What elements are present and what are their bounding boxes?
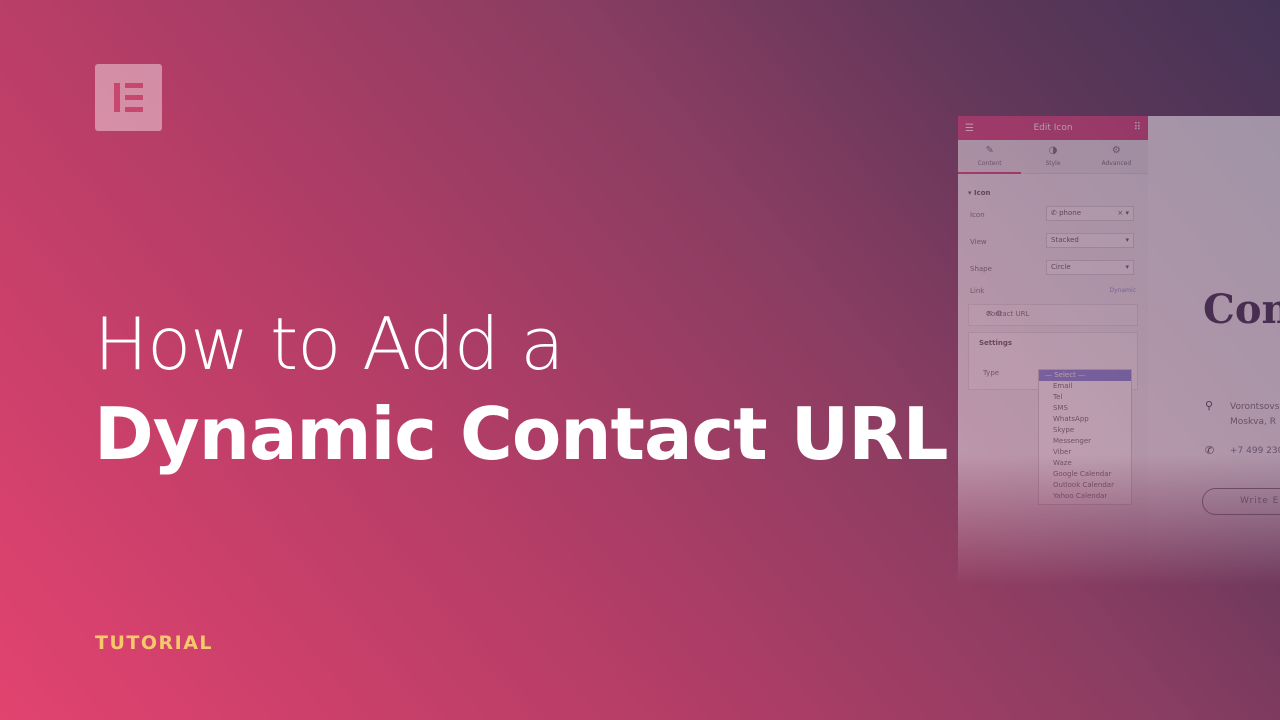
field-icon-value: phone — [1059, 209, 1081, 217]
page-preview: Con ⚲ Vorontsovs Moskva, R ✆ +7 499 230 … — [1148, 116, 1280, 586]
field-icon-control: ✆ phone × ▾ — [1046, 206, 1134, 221]
dynamic-label: Dynamic — [1109, 287, 1136, 294]
type-option: Yahoo Calendar — [1053, 492, 1108, 500]
preview-address-line-2: Moskva, R — [1230, 417, 1276, 427]
gear-icon: ⚙ — [1111, 145, 1121, 156]
field-view-value: Stacked — [1051, 236, 1079, 244]
headline-line-1: How to Add a — [94, 302, 565, 386]
phone-icon: ✆ — [1051, 209, 1060, 217]
field-shape-value: Circle — [1051, 263, 1071, 271]
type-option: Outlook Calendar — [1053, 481, 1114, 489]
elementor-logo — [95, 64, 162, 131]
tab-style-label: Style — [1045, 160, 1061, 167]
logo-bar-middle — [125, 95, 143, 100]
field-view-control: Stacked ▾ — [1046, 233, 1134, 248]
field-shape-control: Circle ▾ — [1046, 260, 1134, 275]
panel-tabs: ✎ Content ◑ Style ⚙ Advanced — [958, 140, 1148, 174]
tab-advanced-label: Advanced — [1101, 160, 1132, 167]
headline-line-2: Dynamic Contact URL — [94, 392, 949, 476]
link-label: Link — [970, 287, 985, 295]
field-icon: Icon ✆ phone × ▾ — [958, 203, 1148, 230]
type-option: Waze — [1053, 459, 1072, 467]
section-title-label: Icon — [973, 189, 991, 197]
type-label: Type — [983, 369, 1000, 377]
pencil-icon: ✎ — [985, 145, 994, 156]
hamburger-icon: ☰ — [965, 123, 974, 134]
logo-bar-top — [125, 83, 143, 88]
tab-style: ◑ Style — [1021, 140, 1084, 173]
link-row: Link Dynamic — [958, 284, 1148, 304]
type-option: Viber — [1053, 448, 1072, 456]
half-circle-icon: ◑ — [1048, 145, 1058, 156]
chevron-down-icon: ▾ — [1125, 263, 1129, 271]
preview-write-button: Write E — [1202, 488, 1280, 515]
caret-down-icon: ▾ — [968, 189, 972, 197]
logo-bar-bottom — [125, 107, 143, 112]
editor-screenshot: ☰ Edit Icon ⠿ ✎ Content ◑ Style ⚙ Advanc… — [958, 116, 1280, 586]
field-view-label: View — [970, 238, 987, 246]
tutorial-tag: TUTORIAL — [95, 632, 214, 654]
tab-content-label: Content — [977, 160, 1002, 167]
field-shape: Shape Circle ▾ — [958, 257, 1148, 284]
type-option: Email — [1053, 382, 1073, 390]
chevron-down-icon: × ▾ — [1117, 209, 1129, 217]
type-option: WhatsApp — [1053, 415, 1089, 423]
map-pin-icon: ⚲ — [1205, 399, 1214, 412]
type-option: SMS — [1053, 404, 1068, 412]
preview-address-line-1: Vorontsovs — [1230, 402, 1280, 412]
type-option: Messenger — [1053, 437, 1092, 445]
headline: How to Add a Dynamic Contact URL — [94, 300, 949, 480]
tab-content: ✎ Content — [958, 140, 1022, 174]
section-title: ▾ Icon — [958, 174, 1148, 203]
field-shape-label: Shape — [970, 265, 992, 273]
phone-icon: ✆ — [1205, 444, 1215, 457]
type-option: Google Calendar — [1053, 470, 1112, 478]
editor-panel: ☰ Edit Icon ⠿ ✎ Content ◑ Style ⚙ Advanc… — [958, 116, 1148, 586]
panel-header: ☰ Edit Icon ⠿ — [958, 116, 1148, 140]
chevron-down-icon: ▾ — [1125, 236, 1129, 244]
preview-address: Vorontsovs Moskva, R — [1230, 400, 1279, 430]
type-option: Tel — [1053, 393, 1063, 401]
wrench-icon: ✕ ⚙ — [986, 309, 1003, 318]
settings-title: Settings — [979, 339, 1013, 347]
logo-bar-vertical — [114, 83, 120, 112]
type-option: — Select — — [1039, 370, 1131, 381]
contact-url-row: Contact URL ✕ ⚙ — [968, 304, 1138, 326]
grid-icon: ⠿ — [1133, 122, 1141, 133]
panel-title: Edit Icon — [1033, 123, 1073, 133]
preview-phone: +7 499 230 — [1230, 446, 1280, 456]
field-icon-label: Icon — [970, 211, 985, 219]
type-option: Skype — [1053, 426, 1075, 434]
tab-advanced: ⚙ Advanced — [1085, 140, 1148, 173]
preview-title: Con — [1203, 286, 1280, 333]
preview-write-button-label: Write E — [1240, 496, 1280, 506]
field-view: View Stacked ▾ — [958, 230, 1148, 257]
type-dropdown: — Select — Email Tel SMS WhatsApp Skype … — [1038, 369, 1132, 505]
